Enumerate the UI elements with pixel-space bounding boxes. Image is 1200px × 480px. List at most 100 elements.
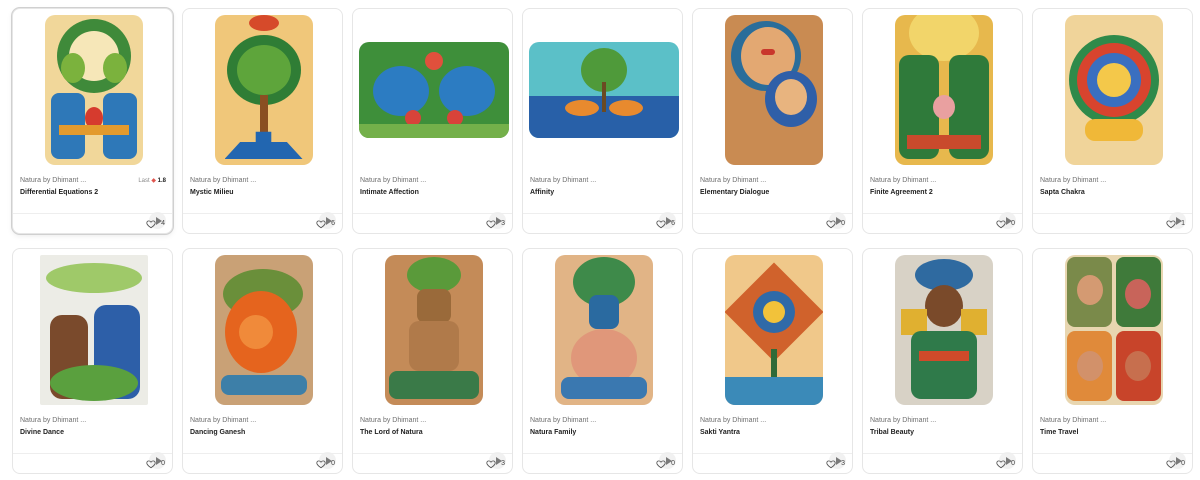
- artwork-thumbnail[interactable]: [1033, 9, 1192, 171]
- artwork-card[interactable]: Natura by Dhimant ... Divine Dance 0: [12, 248, 173, 474]
- artwork-card[interactable]: Natura by Dhimant ... Natura Family 0: [522, 248, 683, 474]
- card-footer: 1: [1033, 213, 1192, 233]
- heart-outline-icon[interactable]: [146, 219, 156, 229]
- heart-outline-icon[interactable]: [1166, 219, 1176, 229]
- card-footer: 0: [13, 453, 172, 473]
- artwork-title[interactable]: The Lord of Natura: [360, 429, 506, 436]
- creator-name[interactable]: Natura by Dhimant ...: [360, 177, 506, 184]
- heart-outline-icon[interactable]: [656, 219, 666, 229]
- creator-name[interactable]: Natura by Dhimant ...: [20, 417, 166, 424]
- creator-name[interactable]: Natura by Dhimant ...: [360, 417, 506, 424]
- artwork-title[interactable]: Natura Family: [530, 429, 676, 436]
- card-footer: 0: [863, 453, 1022, 473]
- artwork-card[interactable]: Natura by Dhimant ... Dancing Ganesh 0: [182, 248, 343, 474]
- heart-outline-icon[interactable]: [316, 459, 326, 469]
- creator-name[interactable]: Natura by Dhimant ...: [700, 177, 846, 184]
- heart-outline-icon[interactable]: [656, 459, 666, 469]
- artwork-thumbnail[interactable]: [693, 249, 852, 411]
- artwork-card[interactable]: Natura by Dhimant ... Time Travel 0: [1032, 248, 1193, 474]
- last-price-label: Last: [138, 178, 150, 184]
- like-count: 0: [1011, 220, 1015, 227]
- artwork-thumbnail[interactable]: [693, 9, 852, 171]
- artwork-thumbnail[interactable]: [863, 9, 1022, 171]
- heart-outline-icon[interactable]: [316, 219, 326, 229]
- card-footer: 3: [693, 453, 852, 473]
- like-count: 0: [161, 460, 165, 467]
- heart-outline-icon[interactable]: [996, 219, 1006, 229]
- artwork-title[interactable]: Elementary Dialogue: [700, 189, 846, 196]
- artwork-card[interactable]: Natura by Dhimant ... Sapta Chakra 1: [1032, 8, 1193, 234]
- artwork-thumbnail[interactable]: [863, 249, 1022, 411]
- artwork-thumbnail[interactable]: [183, 9, 342, 171]
- artwork-card[interactable]: Natura by Dhimant ... Differential Equat…: [12, 8, 173, 234]
- heart-outline-icon[interactable]: [486, 219, 496, 229]
- creator-name[interactable]: Natura by Dhimant ...: [1040, 417, 1186, 424]
- diamond-icon: ◆: [151, 178, 156, 184]
- like-count: 3: [501, 220, 505, 227]
- artwork-card[interactable]: Natura by Dhimant ... Elementary Dialogu…: [692, 8, 853, 234]
- artwork-title[interactable]: Divine Dance: [20, 429, 166, 436]
- like-count: 0: [1011, 460, 1015, 467]
- artwork-thumbnail[interactable]: [13, 249, 172, 411]
- artwork-thumbnail[interactable]: [1033, 249, 1192, 411]
- creator-name[interactable]: Natura by Dhimant ...: [530, 417, 676, 424]
- heart-outline-icon[interactable]: [486, 459, 496, 469]
- like-count: 0: [1181, 460, 1185, 467]
- like-count: 3: [501, 460, 505, 467]
- card-footer: 3: [353, 213, 512, 233]
- card-footer: 0: [183, 453, 342, 473]
- artwork-title[interactable]: Time Travel: [1040, 429, 1186, 436]
- card-footer: 0: [1033, 453, 1192, 473]
- artwork-title[interactable]: Tribal Beauty: [870, 429, 1016, 436]
- artwork-title[interactable]: Finite Agreement 2: [870, 189, 1016, 196]
- heart-outline-icon[interactable]: [996, 459, 1006, 469]
- artwork-thumbnail[interactable]: [523, 249, 682, 411]
- creator-name[interactable]: Natura by Dhimant ...: [700, 417, 846, 424]
- artwork-card[interactable]: Natura by Dhimant ... Mystic Milieu 6: [182, 8, 343, 234]
- heart-outline-icon[interactable]: [1166, 459, 1176, 469]
- like-count: 6: [671, 220, 675, 227]
- artwork-title[interactable]: Sapta Chakra: [1040, 189, 1186, 196]
- artwork-card[interactable]: Natura by Dhimant ... The Lord of Natura…: [352, 248, 513, 474]
- last-price-value: 1.8: [157, 178, 166, 184]
- artwork-title[interactable]: Dancing Ganesh: [190, 429, 336, 436]
- like-count: 6: [331, 220, 335, 227]
- like-count: 0: [331, 460, 335, 467]
- artwork-thumbnail[interactable]: [353, 9, 512, 171]
- creator-name[interactable]: Natura by Dhimant ...: [870, 417, 1016, 424]
- artwork-grid: Natura by Dhimant ... Differential Equat…: [12, 8, 1193, 474]
- last-price: Last ◆ 1.8: [138, 177, 166, 184]
- artwork-title[interactable]: Mystic Milieu: [190, 189, 336, 196]
- artwork-thumbnail[interactable]: [353, 249, 512, 411]
- heart-outline-icon[interactable]: [826, 459, 836, 469]
- artwork-title[interactable]: Intimate Affection: [360, 189, 506, 196]
- creator-name[interactable]: Natura by Dhimant ...: [1040, 177, 1186, 184]
- like-count: 1: [1181, 220, 1185, 227]
- creator-name[interactable]: Natura by Dhimant ...: [530, 177, 676, 184]
- artwork-card[interactable]: Natura by Dhimant ... Finite Agreement 2…: [862, 8, 1023, 234]
- artwork-thumbnail[interactable]: [523, 9, 682, 171]
- artwork-title[interactable]: Sakti Yantra: [700, 429, 846, 436]
- artwork-thumbnail[interactable]: [13, 9, 172, 171]
- card-footer: 0: [523, 453, 682, 473]
- card-footer: 6: [183, 213, 342, 233]
- creator-name[interactable]: Natura by Dhimant ...: [190, 177, 336, 184]
- like-count: 0: [841, 220, 845, 227]
- like-count: 4: [161, 220, 165, 227]
- creator-name[interactable]: Natura by Dhimant ...: [870, 177, 1016, 184]
- card-footer: 0: [693, 213, 852, 233]
- artwork-thumbnail[interactable]: [183, 249, 342, 411]
- artwork-title[interactable]: Affinity: [530, 189, 676, 196]
- heart-outline-icon[interactable]: [146, 459, 156, 469]
- card-footer: 4: [13, 213, 172, 233]
- artwork-title[interactable]: Differential Equations 2: [20, 189, 166, 196]
- creator-name[interactable]: Natura by Dhimant ...: [190, 417, 336, 424]
- artwork-card[interactable]: Natura by Dhimant ... Affinity 6: [522, 8, 683, 234]
- card-footer: 0: [863, 213, 1022, 233]
- artwork-card[interactable]: Natura by Dhimant ... Sakti Yantra 3: [692, 248, 853, 474]
- artwork-card[interactable]: Natura by Dhimant ... Intimate Affection…: [352, 8, 513, 234]
- heart-outline-icon[interactable]: [826, 219, 836, 229]
- like-count: 3: [841, 460, 845, 467]
- card-footer: 6: [523, 213, 682, 233]
- artwork-card[interactable]: Natura by Dhimant ... Tribal Beauty 0: [862, 248, 1023, 474]
